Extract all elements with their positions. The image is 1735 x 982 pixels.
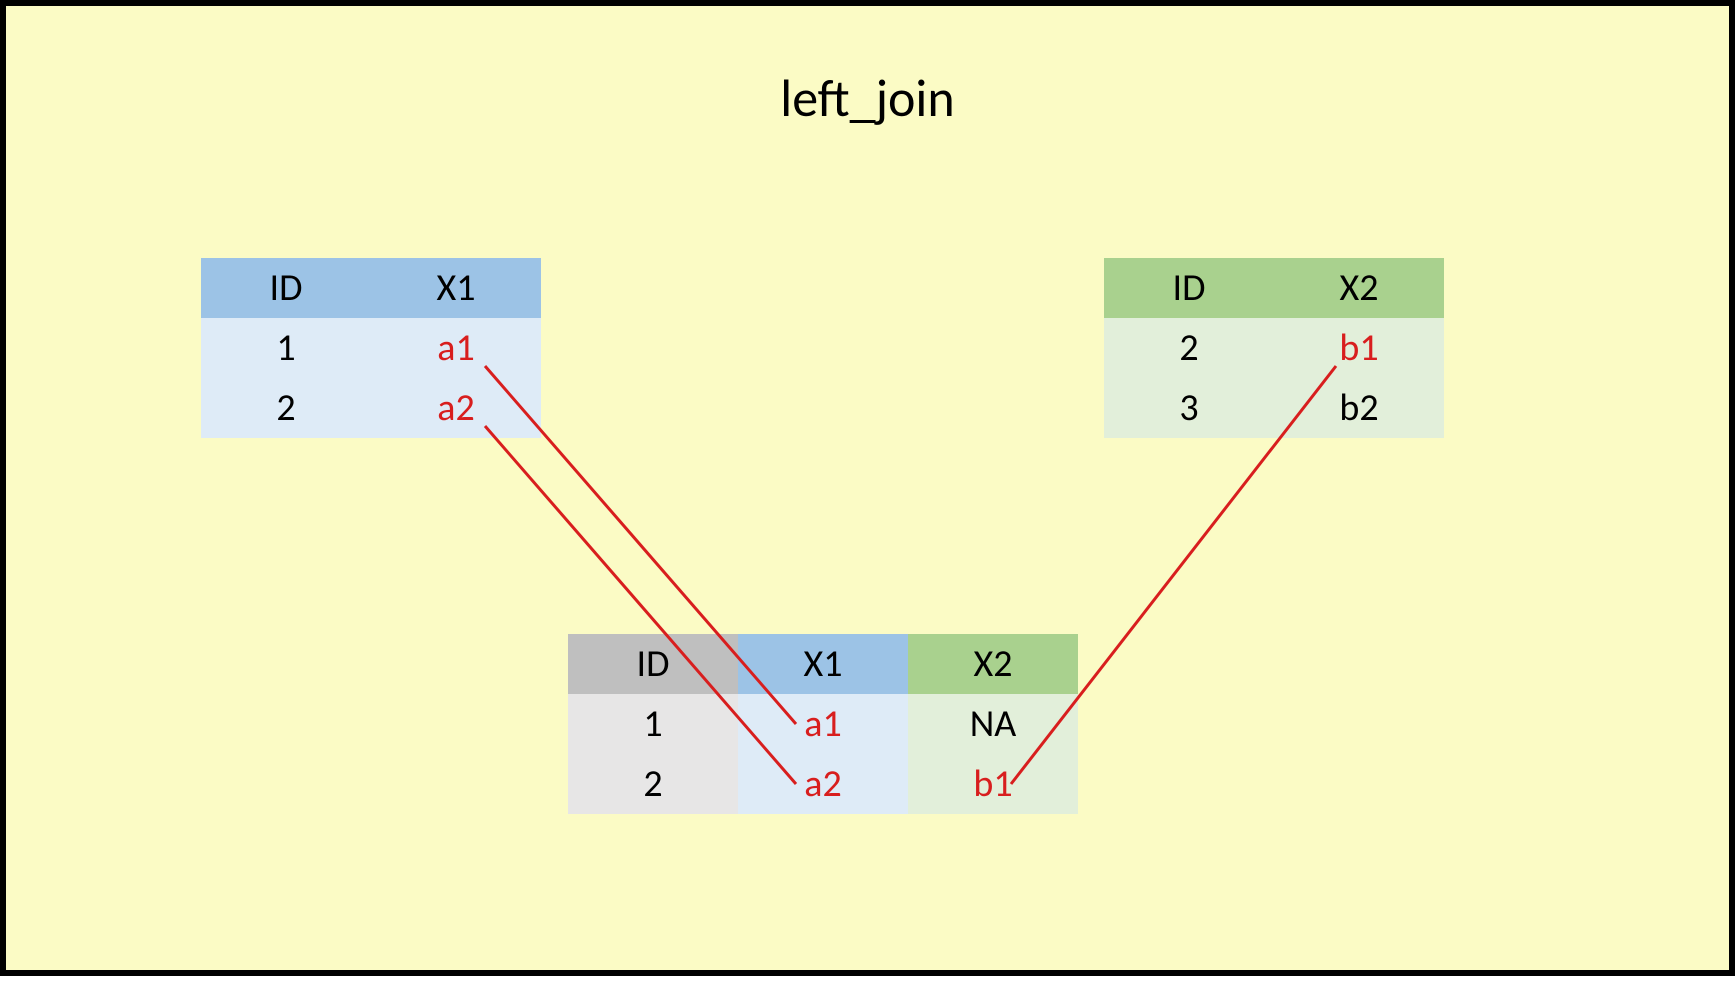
right-table-cell: b1 — [1274, 318, 1444, 378]
right-table-cell: b2 — [1274, 378, 1444, 438]
result-table-cell: a1 — [738, 694, 908, 754]
result-table-cell: a2 — [738, 754, 908, 814]
result-table-header-x2: X2 — [908, 634, 1078, 694]
result-table-cell: 2 — [568, 754, 738, 814]
result-table-cell: 1 — [568, 694, 738, 754]
right-table-cell: 3 — [1104, 378, 1274, 438]
diagram-frame: left_join ID X1 1 a1 2 a2 ID X2 2 b1 3 b… — [0, 0, 1735, 976]
result-table-header-id: ID — [568, 634, 738, 694]
result-table-cell: b1 — [908, 754, 1078, 814]
left-table-cell: 1 — [201, 318, 371, 378]
result-table: ID X1 X2 1 a1 NA 2 a2 b1 — [568, 634, 1078, 814]
right-table-header-x2: X2 — [1274, 258, 1444, 318]
left-table-cell: a2 — [371, 378, 541, 438]
left-table: ID X1 1 a1 2 a2 — [201, 258, 541, 438]
result-table-cell: NA — [908, 694, 1078, 754]
right-table-cell: 2 — [1104, 318, 1274, 378]
arrows-overlay — [6, 6, 1735, 982]
right-table-header-id: ID — [1104, 258, 1274, 318]
left-table-cell: 2 — [201, 378, 371, 438]
left-table-cell: a1 — [371, 318, 541, 378]
result-table-header-x1: X1 — [738, 634, 908, 694]
diagram-title: left_join — [6, 66, 1729, 130]
left-table-header-id: ID — [201, 258, 371, 318]
right-table: ID X2 2 b1 3 b2 — [1104, 258, 1444, 438]
left-table-header-x1: X1 — [371, 258, 541, 318]
